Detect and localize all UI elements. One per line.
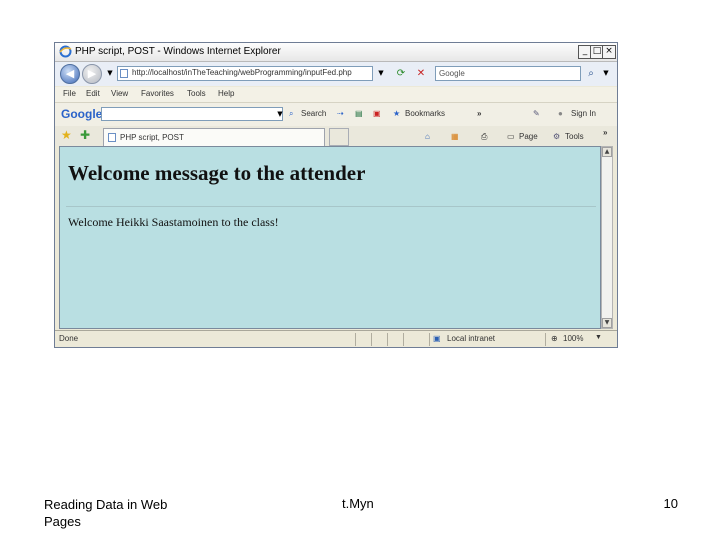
new-tab-button[interactable]: [329, 128, 349, 146]
history-dropdown-icon[interactable]: ▼: [102, 66, 118, 81]
address-dropdown-icon[interactable]: ▼: [373, 66, 389, 81]
toolbar-more-icon[interactable]: »: [477, 109, 481, 118]
tools-menu-button[interactable]: Tools: [565, 132, 584, 141]
settings-wrench-icon[interactable]: ✎: [533, 109, 540, 118]
favorites-star-icon[interactable]: ★: [61, 128, 72, 142]
menu-tools[interactable]: Tools: [187, 89, 206, 98]
menu-help[interactable]: Help: [218, 89, 234, 98]
google-logo: Google: [61, 107, 103, 121]
home-icon[interactable]: ⌂: [425, 132, 430, 141]
tab-php-script[interactable]: PHP script, POST: [103, 128, 325, 146]
back-button[interactable]: ◀: [60, 64, 80, 84]
status-divider: [387, 333, 388, 346]
bookmarks-button[interactable]: Bookmarks: [405, 109, 445, 118]
menu-edit[interactable]: Edit: [86, 89, 100, 98]
slide-footer-title: Reading Data in Web Pages: [44, 497, 168, 529]
security-zone: Local intranet: [447, 334, 496, 343]
page-icon: [120, 69, 128, 78]
menu-favorites[interactable]: Favorites: [141, 89, 174, 98]
status-divider: [429, 333, 430, 346]
status-divider: [545, 333, 546, 346]
tab-row: ★ ✚ PHP script, POST ⌂ ▦ ⎙ ▭ Page ⚙ Tool…: [55, 126, 617, 146]
search-options-icon[interactable]: ▼: [598, 66, 614, 81]
tab-title: PHP script, POST: [120, 133, 184, 142]
menu-bar: File Edit View Favorites Tools Help: [55, 87, 617, 102]
browser-window: PHP script, POST - Windows Internet Expl…: [54, 42, 618, 348]
back-arrow-icon: ◀: [65, 67, 75, 80]
page-content: Welcome message to the attender Welcome …: [59, 146, 601, 329]
forward-button[interactable]: ▶: [82, 64, 102, 84]
print-icon[interactable]: ⎙: [481, 132, 487, 142]
tab-page-icon: [108, 133, 116, 142]
pagerank-icon[interactable]: ▤: [355, 109, 363, 118]
google-search-button[interactable]: Search: [301, 109, 326, 118]
welcome-message: Welcome Heikki Saastamoinen to the class…: [68, 215, 279, 229]
slide-footer-author: t.Myn: [342, 496, 374, 511]
scroll-down-icon[interactable]: ▼: [602, 318, 612, 328]
signin-button[interactable]: Sign In: [571, 109, 596, 118]
status-bar: Done ▣ Local intranet ⊕ 100% ▼: [55, 330, 617, 347]
zoom-level[interactable]: 100%: [563, 334, 583, 343]
scroll-up-icon[interactable]: ▲: [602, 147, 612, 157]
title-bar: PHP script, POST - Windows Internet Expl…: [55, 43, 617, 62]
search-icon[interactable]: ⌕: [583, 66, 599, 81]
window-title: PHP script, POST - Windows Internet Expl…: [75, 46, 281, 57]
google-search-input[interactable]: [101, 107, 283, 121]
bookmarks-icon: ★: [393, 109, 401, 118]
address-row: ◀ ▶ ▼ http://localhost/inTheTeaching/web…: [55, 62, 617, 86]
zoom-icon: ⊕: [551, 334, 558, 343]
signin-icon: ●: [558, 109, 563, 118]
address-bar[interactable]: http://localhost/inTheTeaching/webProgra…: [117, 66, 373, 81]
intranet-zone-icon: ▣: [433, 334, 441, 343]
menu-view[interactable]: View: [111, 89, 128, 98]
page-heading: Welcome message to the attender: [68, 161, 366, 185]
command-more-icon[interactable]: »: [603, 128, 607, 137]
vertical-scrollbar[interactable]: ▲ ▼: [601, 146, 613, 329]
status-divider: [403, 333, 404, 346]
menu-file[interactable]: File: [63, 89, 76, 98]
google-search-icon: ⌕: [289, 109, 294, 118]
feeds-icon[interactable]: ▦: [451, 132, 459, 141]
tools-gear-icon: ⚙: [553, 132, 561, 141]
divider: [66, 206, 596, 207]
status-text: Done: [59, 334, 79, 343]
forward-arrow-icon: ▶: [87, 67, 97, 80]
status-divider: [371, 333, 372, 346]
ie-logo-icon: [59, 45, 72, 58]
page-menu-button[interactable]: Page: [519, 132, 538, 141]
search-input[interactable]: Google: [435, 66, 581, 81]
search-placeholder: Google: [439, 69, 465, 78]
page-menu-icon: ▭: [507, 132, 515, 141]
refresh-icon[interactable]: ⟳: [393, 66, 409, 81]
add-favorites-icon[interactable]: ✚: [80, 128, 90, 142]
slide-page-number: 10: [663, 496, 678, 511]
stop-icon[interactable]: ✕: [413, 66, 429, 81]
google-toolbar: Google ▼ ⌕ Search ⇢ ▤ ▣ ★ Bookmarks » ✎ …: [55, 102, 617, 127]
status-divider: [355, 333, 356, 346]
google-search-dropdown-icon[interactable]: ▼: [272, 107, 288, 122]
popup-blocker-icon[interactable]: ▣: [373, 109, 381, 118]
url-text: http://localhost/inTheTeaching/webProgra…: [132, 68, 352, 77]
toolbar-arrows-icon[interactable]: ⇢: [337, 109, 344, 118]
zoom-dropdown-icon[interactable]: ▼: [595, 334, 602, 341]
close-button[interactable]: ×: [602, 45, 616, 59]
